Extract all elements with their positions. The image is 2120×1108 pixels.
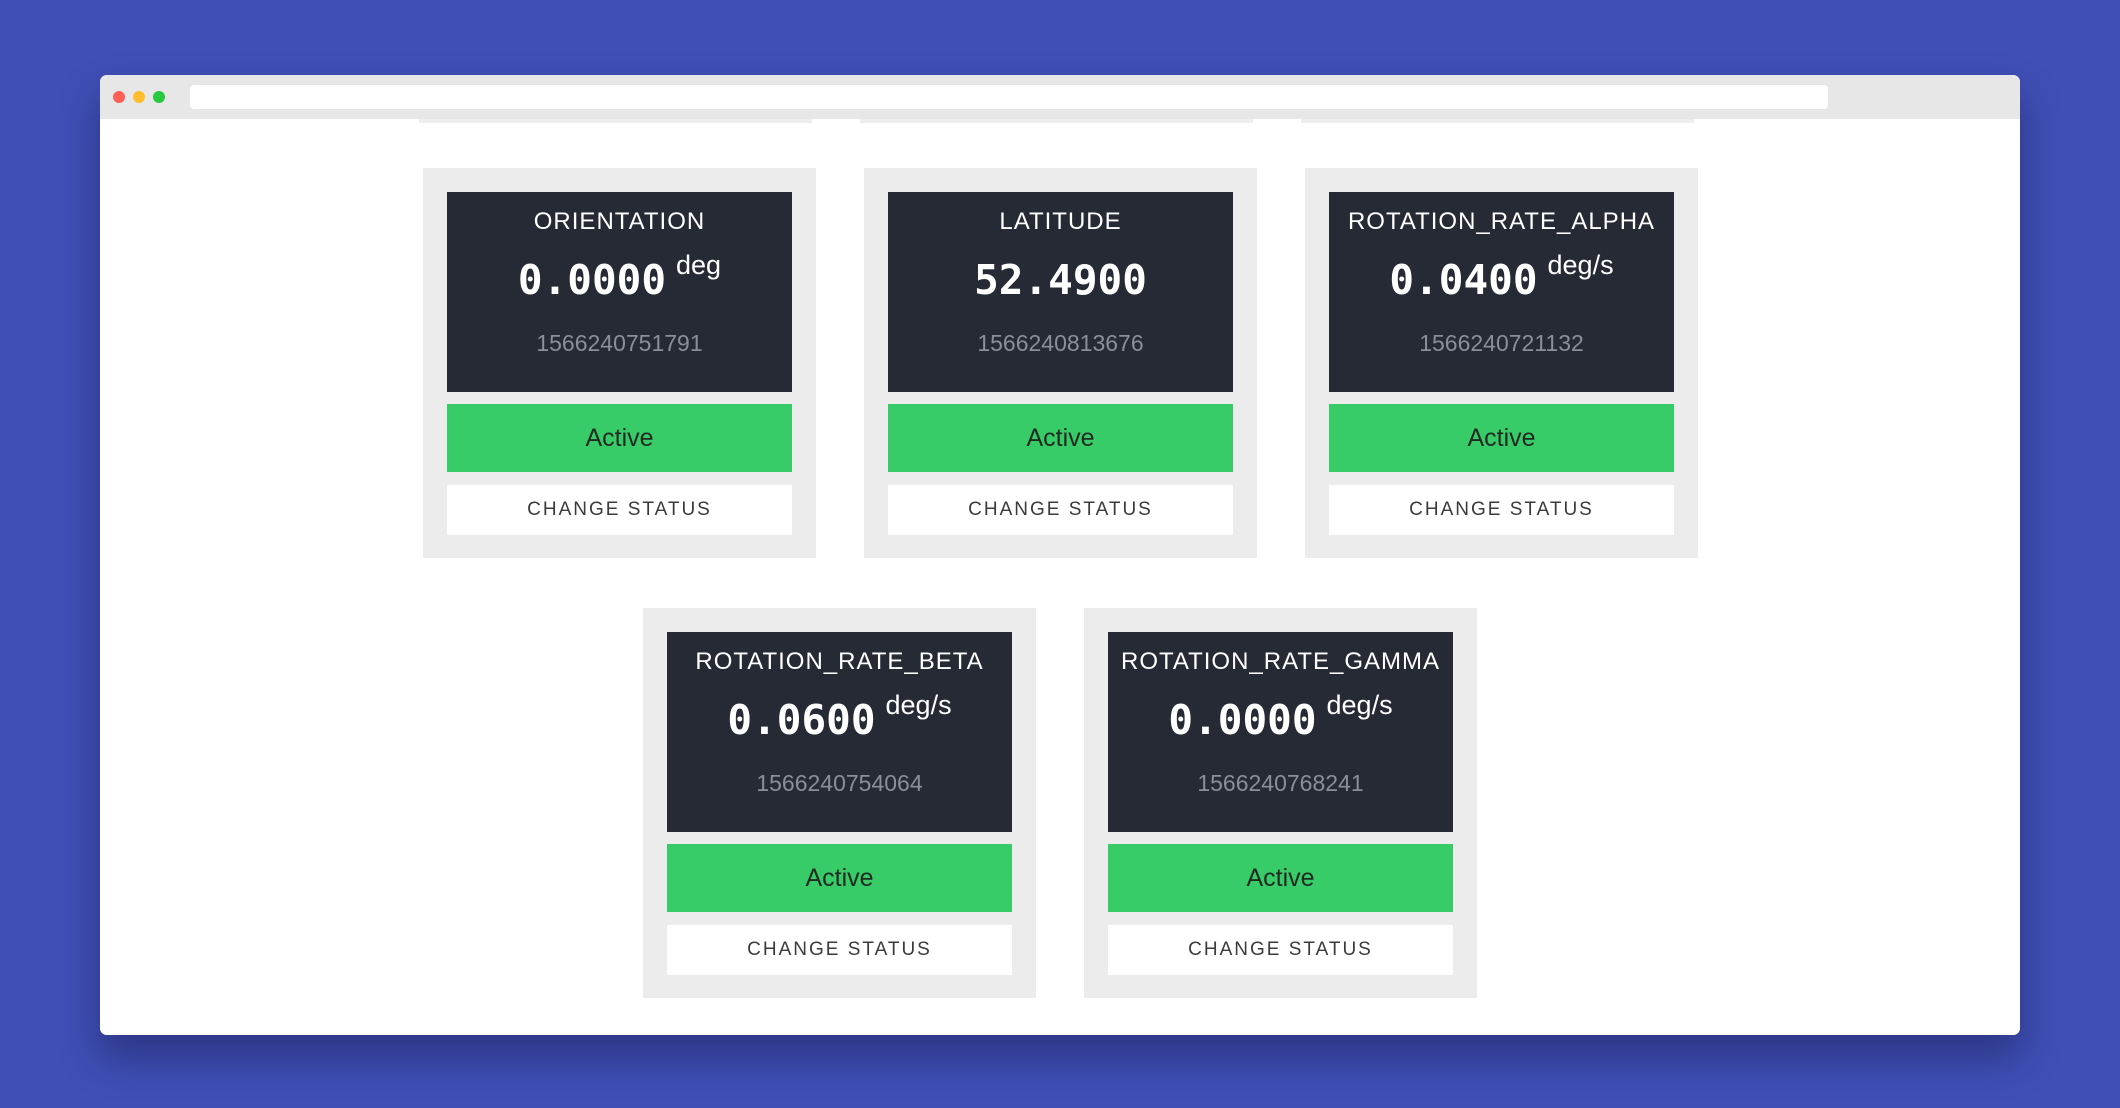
status-badge: Active (667, 844, 1012, 912)
change-status-button[interactable]: CHANGE STATUS (1329, 485, 1674, 535)
sensor-reading-panel: LATITUDE 52.4900 1566240813676 (888, 192, 1233, 392)
sensor-name: ROTATION_RATE_ALPHA (1347, 208, 1656, 235)
sensor-name: LATITUDE (999, 208, 1122, 235)
sensor-value: 0.0000 (517, 256, 667, 304)
sensor-value-line: 0.0400 deg/s (1329, 250, 1674, 304)
sensor-card-rotation-rate-beta: ROTATION_RATE_BETA 0.0600 deg/s 156624075… (643, 608, 1036, 998)
close-window-icon[interactable] (113, 91, 125, 103)
sensor-value: 0.0600 (727, 696, 876, 744)
sensor-value: 0.0400 (1389, 256, 1538, 304)
status-badge: Active (1108, 844, 1453, 912)
sensor-reading-panel: ROTATION_RATE_GAMMA 0.0000 deg/s 15662407… (1108, 632, 1453, 832)
sensor-value-line: 0.0000 deg (447, 250, 792, 304)
minimize-window-icon[interactable] (133, 91, 145, 103)
status-badge: Active (447, 404, 792, 472)
sensor-name: ORIENTATION (533, 208, 706, 235)
sensor-value-line: 52.4900 (888, 256, 1233, 304)
sensor-card-orientation: ORIENTATION 0.0000 deg 1566240751791 Acti… (423, 168, 816, 558)
status-badge: Active (888, 404, 1233, 472)
sensor-timestamp: 1566240754064 (756, 770, 923, 796)
sensor-value: 52.4900 (974, 256, 1147, 304)
sensor-reading-panel: ROTATION_RATE_ALPHA 0.0400 deg/s 15662407… (1329, 192, 1674, 392)
sensor-timestamp: 1566240751791 (536, 330, 703, 356)
sensor-reading-panel: ROTATION_RATE_BETA 0.0600 deg/s 156624075… (667, 632, 1012, 832)
sensor-unit: deg/s (885, 690, 952, 720)
sensor-card-rotation-rate-alpha: ROTATION_RATE_ALPHA 0.0400 deg/s 15662407… (1305, 168, 1698, 558)
change-status-button[interactable]: CHANGE STATUS (888, 485, 1233, 535)
sensor-card-latitude: LATITUDE 52.4900 1566240813676 Active CH… (864, 168, 1257, 558)
browser-window: ORIENTATION 0.0000 deg 1566240751791 Acti… (100, 75, 2020, 1035)
page-content: ORIENTATION 0.0000 deg 1566240751791 Acti… (100, 119, 2020, 1035)
status-badge: Active (1329, 404, 1674, 472)
sensor-reading-panel: ORIENTATION 0.0000 deg 1566240751791 (447, 192, 792, 392)
sensor-timestamp: 1566240768241 (1197, 770, 1364, 796)
sensor-value-line: 0.0600 deg/s (667, 690, 1012, 744)
sensor-unit: deg (676, 250, 722, 280)
sensor-name: ROTATION_RATE_GAMMA (1120, 648, 1441, 675)
card-above-edge (419, 119, 812, 123)
browser-titlebar (100, 75, 2020, 119)
change-status-button[interactable]: CHANGE STATUS (1108, 925, 1453, 975)
sensor-timestamp: 1566240721132 (1419, 330, 1584, 356)
address-bar[interactable] (190, 85, 1828, 109)
sensor-card-rotation-rate-gamma: ROTATION_RATE_GAMMA 0.0000 deg/s 15662407… (1084, 608, 1477, 998)
maximize-window-icon[interactable] (153, 91, 165, 103)
sensor-unit: deg/s (1547, 250, 1614, 280)
card-above-edge (1301, 119, 1694, 123)
sensor-value-line: 0.0000 deg/s (1108, 690, 1453, 744)
change-status-button[interactable]: CHANGE STATUS (447, 485, 792, 535)
sensor-name: ROTATION_RATE_BETA (695, 648, 984, 675)
card-above-edge (860, 119, 1253, 123)
sensor-value: 0.0000 (1168, 696, 1317, 744)
sensor-unit: deg/s (1326, 690, 1393, 720)
change-status-button[interactable]: CHANGE STATUS (667, 925, 1012, 975)
sensor-timestamp: 1566240813676 (977, 330, 1144, 356)
